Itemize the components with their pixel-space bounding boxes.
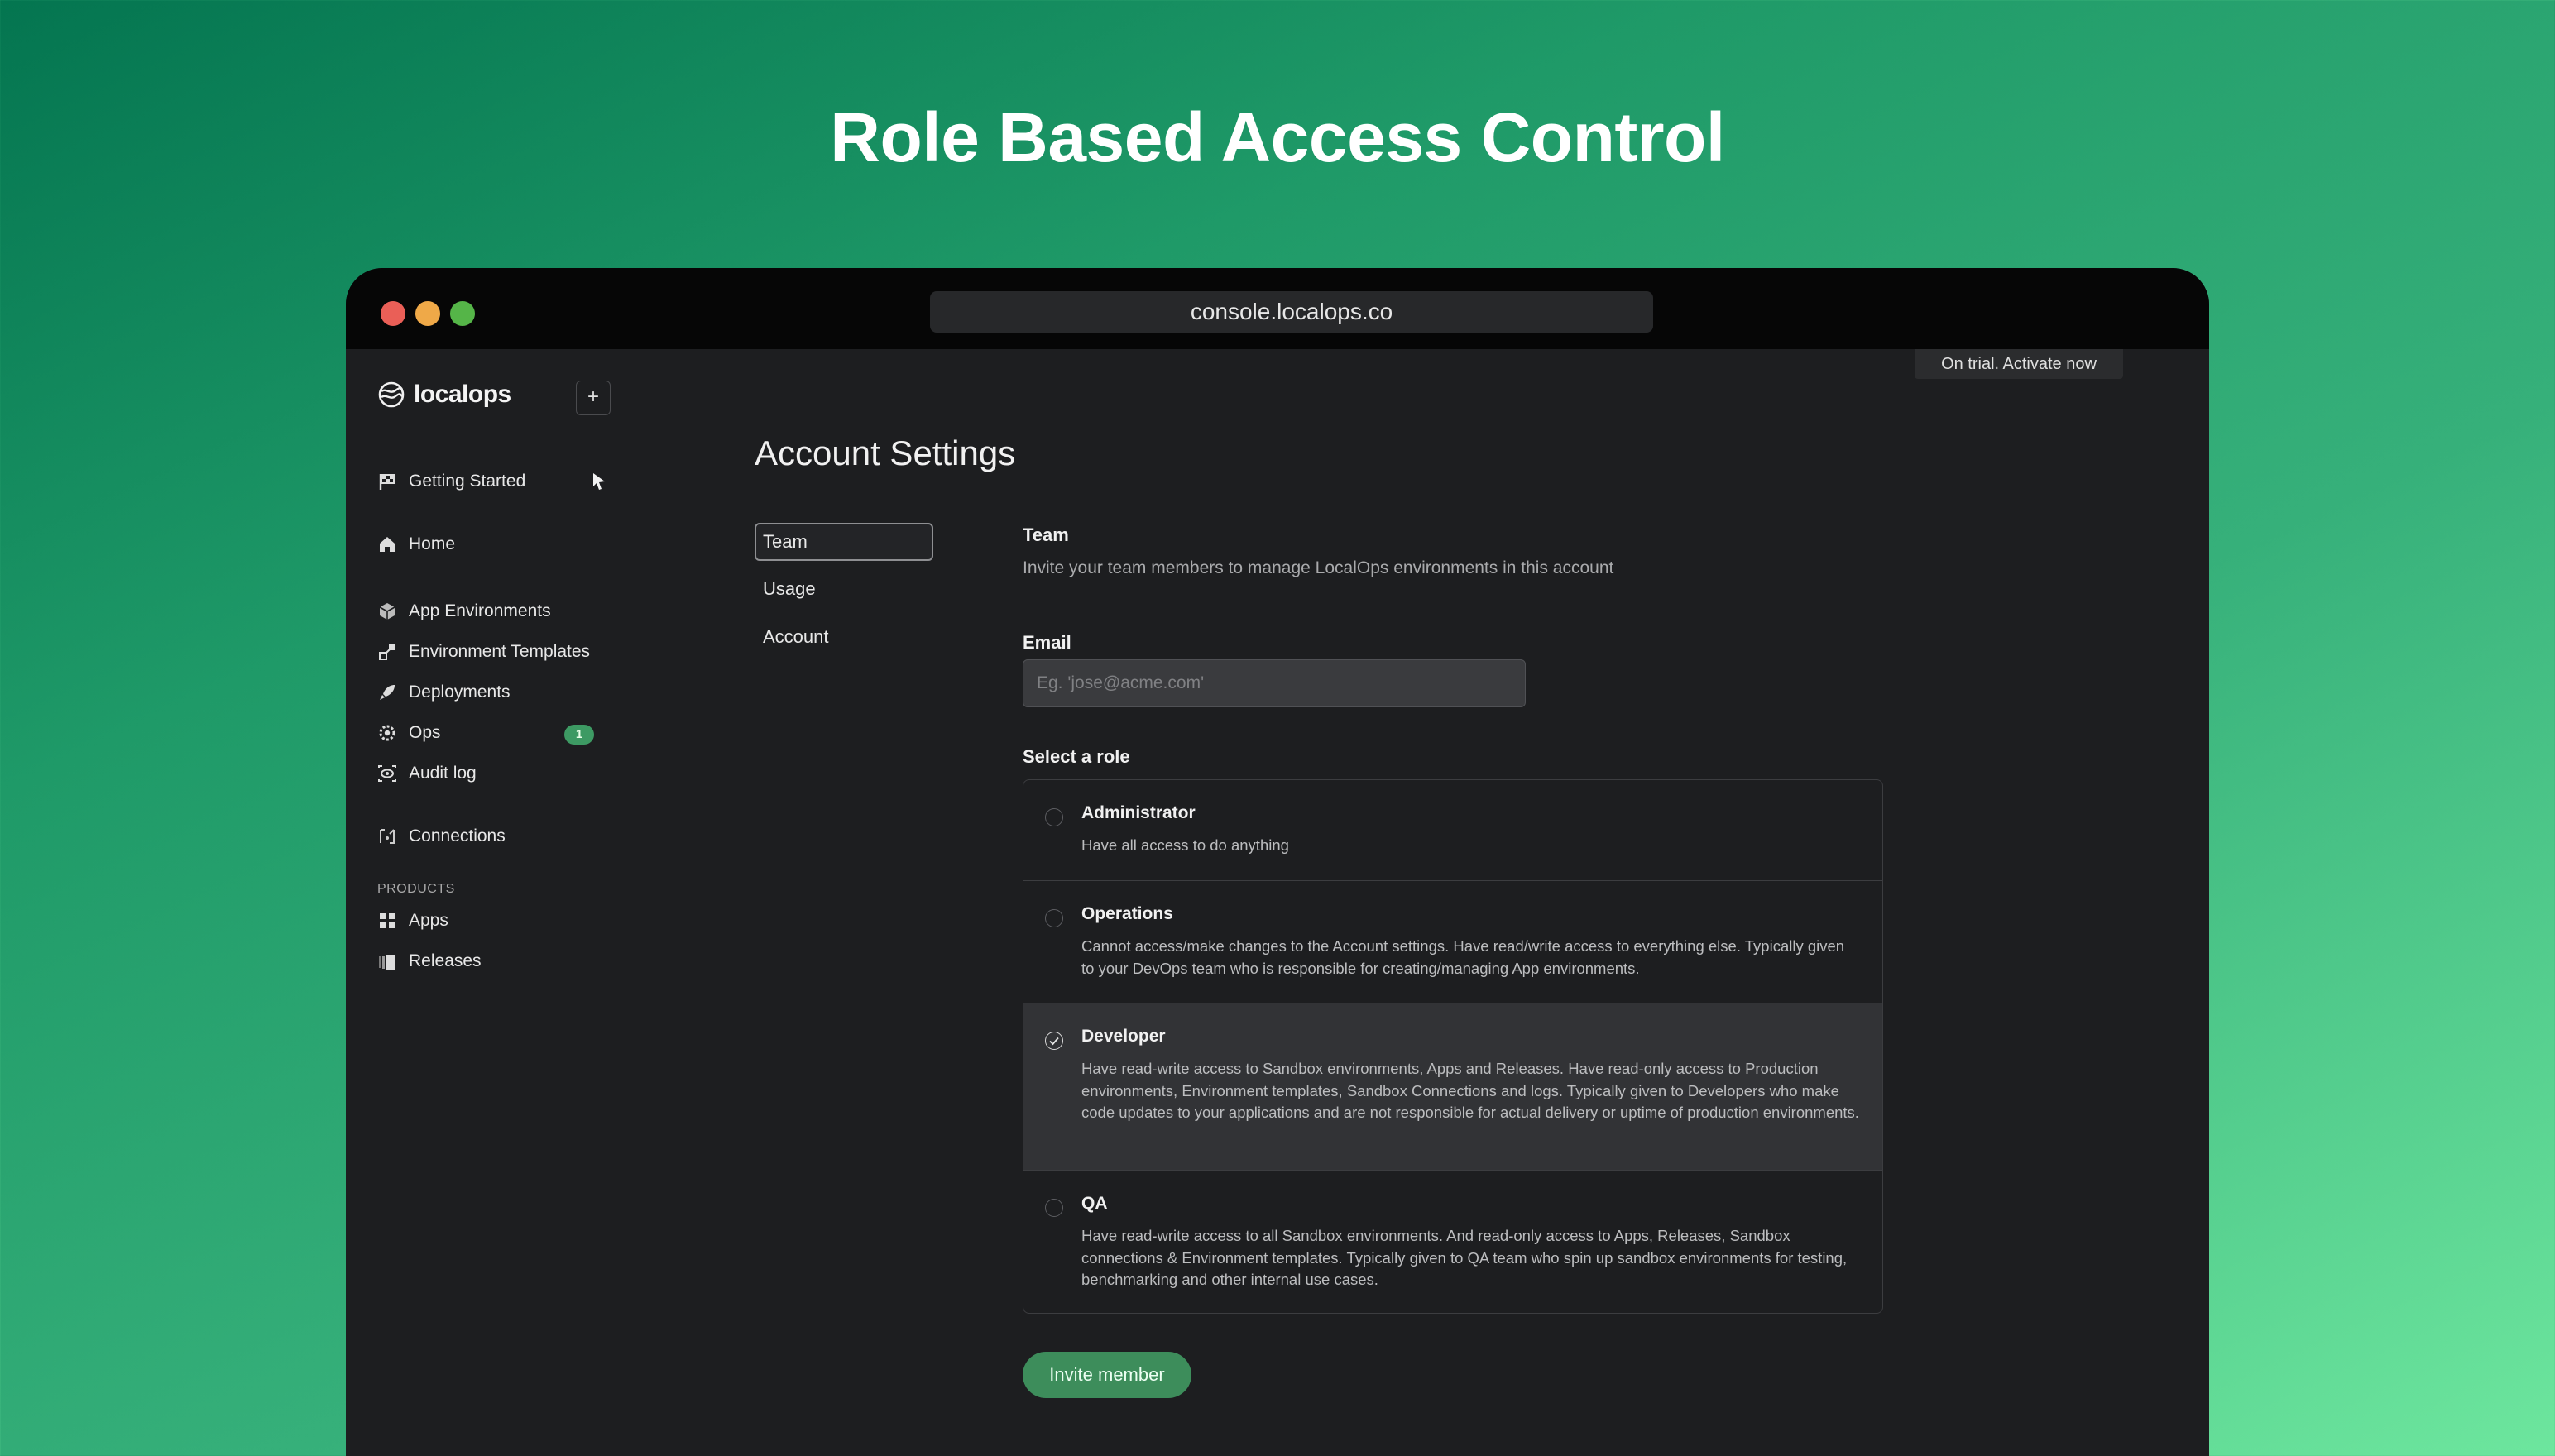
sidebar-item-label: Getting Started [409,472,526,491]
minimize-window-button[interactable] [415,301,440,326]
ops-count-badge: 1 [564,725,594,745]
sidebar-item-label: Deployments [409,682,511,702]
role-name: Administrator [1081,803,1196,822]
rocket-icon [380,685,395,700]
home-icon [380,537,395,552]
gear-icon [379,725,395,741]
logo[interactable]: localops [377,381,511,409]
role-option-operations[interactable]: Operations Cannot access/make changes to… [1023,881,1882,1003]
browser-window: console.localops.co On trial. Activate n… [346,268,2209,1456]
sidebar-item-connections[interactable]: Connections [377,826,506,846]
add-button[interactable]: + [576,381,611,415]
sidebar-item-app-environments[interactable]: App Environments [377,601,551,621]
close-window-button[interactable] [381,301,405,326]
role-option-administrator[interactable]: Administrator Have all access to do anyt… [1023,780,1882,881]
role-name: Developer [1081,1027,1166,1046]
sidebar-item-label: Connections [409,826,506,845]
role-list: Administrator Have all access to do anyt… [1023,779,1883,1314]
sidebar-item-home[interactable]: Home [377,534,455,554]
radio-button[interactable] [1045,909,1063,927]
browser-titlebar: console.localops.co [346,268,2209,349]
role-option-developer[interactable]: Developer Have read-write access to Sand… [1023,1003,1882,1171]
tab-usage[interactable]: Usage [755,570,933,608]
email-label: Email [1023,632,1071,653]
sidebar-item-label: Apps [409,911,448,930]
trial-banner[interactable]: On trial. Activate now [1915,349,2123,379]
sidebar-item-label: Ops [409,723,441,742]
sidebar-item-apps[interactable]: Apps [377,911,448,931]
sidebar-item-label: Environment Templates [409,642,591,661]
role-name: QA [1081,1194,1108,1213]
role-label: Select a role [1023,746,1130,767]
logo-text: localops [414,381,511,408]
sidebar-item-releases[interactable]: Releases [377,951,482,971]
grid-icon [380,913,395,928]
tab-team[interactable]: Team [755,523,933,561]
section-description: Invite your team members to manage Local… [1023,558,1614,577]
radio-button-checked[interactable] [1045,1032,1063,1050]
role-description: Cannot access/make changes to the Accoun… [1081,937,1845,977]
url-bar[interactable]: console.localops.co [930,291,1653,333]
sidebar-item-audit-log[interactable]: Audit log [377,764,477,783]
section-title: Team [1023,524,1069,545]
sidebar-item-deployments[interactable]: Deployments [377,682,511,702]
hero-title: Role Based Access Control [830,98,1725,176]
role-description: Have all access to do anything [1081,836,1289,854]
email-field[interactable] [1023,659,1526,707]
template-icon [379,644,395,660]
maximize-window-button[interactable] [450,301,475,326]
radio-button[interactable] [1045,1199,1063,1217]
sidebar-item-label: Home [409,534,456,553]
radio-button[interactable] [1045,808,1063,826]
cursor-icon [593,473,605,490]
role-name: Operations [1081,904,1173,923]
localops-logo-icon [378,381,405,408]
sidebar-item-label: App Environments [409,601,551,620]
releases-icon [379,955,395,970]
eye-icon [378,765,396,782]
sidebar-item-getting-started[interactable]: Getting Started [377,472,525,491]
sidebar-item-label: Releases [409,951,482,970]
sidebar-item-ops[interactable]: Ops [377,723,441,743]
role-option-qa[interactable]: QA Have read-write access to all Sandbox… [1023,1171,1882,1313]
tab-account[interactable]: Account [755,618,933,656]
flag-checkered-icon [379,474,395,490]
sidebar-item-environment-templates[interactable]: Environment Templates [377,642,590,662]
connections-icon [380,829,395,844]
products-section-label: PRODUCTS [377,882,455,896]
role-description: Have read-write access to Sandbox enviro… [1081,1060,1859,1121]
role-description: Have read-write access to all Sandbox en… [1081,1227,1848,1288]
sidebar-item-label: Audit log [409,764,477,783]
cube-icon [379,603,395,620]
invite-member-button[interactable]: Invite member [1023,1352,1191,1398]
page-title: Account Settings [755,433,1016,472]
check-icon [1049,1037,1059,1046]
